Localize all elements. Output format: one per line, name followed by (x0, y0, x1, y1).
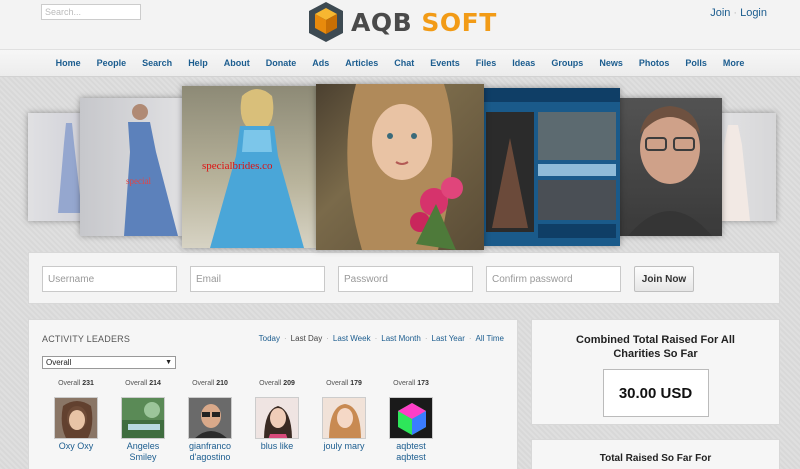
leader-type-selected: Overall (46, 358, 72, 367)
nav-item-polls[interactable]: Polls (677, 58, 715, 68)
nav-item-groups[interactable]: Groups (543, 58, 591, 68)
leader-card[interactable]: Overall 179 jouly mary (311, 380, 377, 452)
nav-item-files[interactable]: Files (468, 58, 505, 68)
avatar[interactable] (255, 397, 299, 439)
leader-name[interactable]: Angeles Smiley (110, 441, 176, 463)
nav-item-help[interactable]: Help (180, 58, 216, 68)
leader-name[interactable]: jouly mary (311, 441, 377, 452)
filter-last-week[interactable]: Last Week (333, 334, 371, 343)
filter-last-month[interactable]: Last Month (381, 334, 421, 343)
leader-score: Overall 231 (58, 380, 94, 387)
search-input[interactable] (41, 4, 141, 20)
auth-links: Join · Login (710, 7, 767, 19)
site-header: AQB SOFT Join·Login (0, 0, 800, 50)
logo-text: AQB SOFT (351, 8, 497, 37)
main-nav: Home People Search Help About Donate Ads… (0, 50, 800, 77)
leader-name[interactable]: Oxy Oxy (43, 441, 109, 452)
nav-item-search[interactable]: Search (134, 58, 180, 68)
carousel-slide-left[interactable]: special (80, 98, 186, 236)
avatar[interactable] (322, 397, 366, 439)
nav-item-photos[interactable]: Photos (631, 58, 678, 68)
carousel-slide-right[interactable] (618, 98, 722, 236)
carousel-watermark: specialbrides.co (202, 160, 273, 172)
signup-form: Join Now (28, 252, 780, 304)
carousel-slide-center-left[interactable]: specialbrides.co (182, 86, 318, 248)
carousel-slide-center[interactable] (316, 84, 484, 250)
charity-raised-title: Total Raised So Far For (599, 453, 712, 464)
charity-raised-panel: Total Raised So Far For (531, 439, 780, 469)
login-link[interactable]: Login (740, 7, 767, 19)
leader-card[interactable]: Overall 210 gianfranco d'agostino (177, 380, 243, 463)
leader-card[interactable]: Overall 214 Angeles Smiley (110, 380, 176, 463)
activity-title: ACTIVITY LEADERS (42, 334, 131, 344)
leader-score: Overall 210 (192, 380, 228, 387)
email-field[interactable] (190, 266, 325, 292)
leader-name[interactable]: blus like (244, 441, 310, 452)
nav-item-news[interactable]: News (591, 58, 631, 68)
charity-total-title: Combined Total Raised For All Charities … (576, 334, 735, 360)
avatar[interactable] (121, 397, 165, 439)
avatar[interactable] (188, 397, 232, 439)
photo-carousel: special specialbrides.co (0, 80, 800, 252)
avatar[interactable] (389, 397, 433, 439)
site-logo[interactable]: AQB SOFT (306, 0, 497, 44)
nav-item-donate[interactable]: Donate (258, 58, 305, 68)
charity-total-panel: Combined Total Raised For All Charities … (531, 319, 780, 425)
chevron-down-icon: ▼ (165, 359, 172, 366)
nav-item-ads[interactable]: Ads (304, 58, 337, 68)
carousel-slide-far-right[interactable] (716, 113, 776, 221)
time-filters: Today · Last Day · Last Week · Last Month · … (258, 334, 504, 343)
leader-card[interactable]: Overall 209 blus like (244, 380, 310, 452)
logo-text-aqb: AQB (351, 7, 413, 37)
portrait-photo-icon (347, 84, 463, 250)
leader-score: Overall 214 (125, 380, 161, 387)
nav-item-articles[interactable]: Articles (337, 58, 386, 68)
filter-last-year[interactable]: Last Year (432, 334, 465, 343)
nav-item-home[interactable]: Home (48, 58, 89, 68)
leader-name[interactable]: aqbtest aqbtest (378, 441, 444, 463)
filter-all-time[interactable]: All Time (476, 334, 504, 343)
leader-card[interactable]: Overall 173 aqbtest aqbtest (378, 380, 444, 463)
nav-item-more[interactable]: More (715, 58, 753, 68)
avatar[interactable] (54, 397, 98, 439)
join-link[interactable]: Join (710, 7, 730, 19)
password-field[interactable] (338, 266, 473, 292)
screenshot-photo-icon (482, 88, 620, 238)
nav-item-about[interactable]: About (216, 58, 258, 68)
username-field[interactable] (42, 266, 177, 292)
confirm-password-field[interactable] (486, 266, 621, 292)
charity-total-amount: 30.00 USD (602, 369, 709, 417)
carousel-slide-far-left[interactable] (28, 113, 88, 221)
nav-item-chat[interactable]: Chat (386, 58, 422, 68)
leader-score: Overall 209 (259, 380, 295, 387)
nav-item-events[interactable]: Events (422, 58, 468, 68)
filter-today[interactable]: Today (259, 334, 280, 343)
carousel-slide-center-right[interactable] (482, 88, 620, 246)
logo-cube-icon (309, 2, 343, 42)
leader-score: Overall 173 (393, 380, 429, 387)
leader-score: Overall 179 (326, 380, 362, 387)
activity-leaders-panel: ACTIVITY LEADERS Today · Last Day · Last W… (28, 319, 518, 469)
logo-text-soft: SOFT (421, 7, 497, 37)
nav-item-ideas[interactable]: Ideas (504, 58, 543, 68)
leader-type-select[interactable]: Overall ▼ (42, 356, 176, 369)
join-now-button[interactable]: Join Now (634, 266, 694, 292)
filter-last-day[interactable]: Last Day (291, 334, 323, 343)
leader-name[interactable]: gianfranco d'agostino (177, 441, 243, 463)
nav-item-people[interactable]: People (89, 58, 135, 68)
leader-card[interactable]: Overall 231 Oxy Oxy (43, 380, 109, 452)
